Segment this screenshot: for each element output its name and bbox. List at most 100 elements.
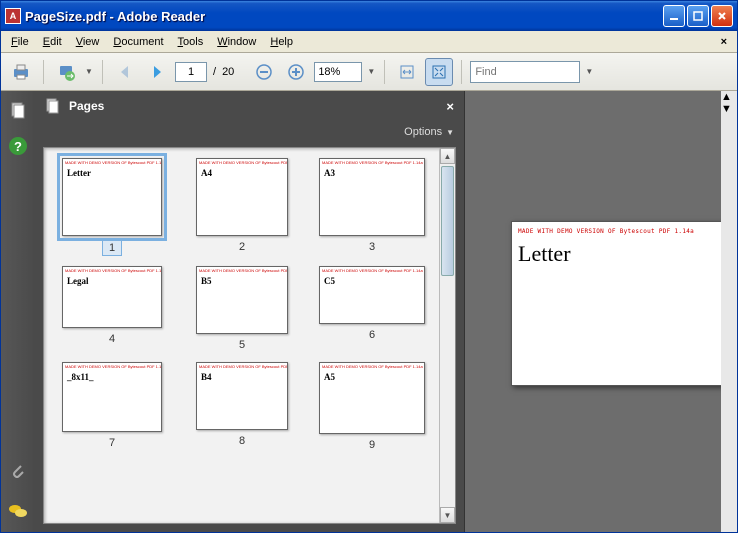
thumbnail-watermark: MADE WITH DEMO VERSION OF Bytescout PDF … bbox=[63, 363, 161, 370]
zoom-input[interactable] bbox=[314, 62, 362, 82]
thumbnail-page-number[interactable]: 8 bbox=[233, 434, 251, 448]
next-page-button[interactable] bbox=[143, 58, 171, 86]
page-thumbnail[interactable]: MADE WITH DEMO VERSION OF Bytescout PDF … bbox=[62, 362, 162, 432]
zoom-dropdown[interactable]: ▼ bbox=[366, 67, 376, 76]
thumbnail-cell[interactable]: MADE WITH DEMO VERSION OF Bytescout PDF … bbox=[186, 266, 298, 352]
thumbnail-page-number[interactable]: 3 bbox=[363, 240, 381, 254]
scroll-track[interactable] bbox=[440, 164, 455, 507]
page-thumbnail[interactable]: MADE WITH DEMO VERSION OF Bytescout PDF … bbox=[62, 158, 162, 236]
thumbnail-cell[interactable]: MADE WITH DEMO VERSION OF Bytescout PDF … bbox=[316, 158, 428, 256]
zoom-out-button[interactable] bbox=[250, 58, 278, 86]
pages-panel: Pages × Options ▼ MADE WITH DEMO VERSION… bbox=[35, 91, 465, 532]
fit-page-button[interactable] bbox=[425, 58, 453, 86]
thumbnail-watermark: MADE WITH DEMO VERSION OF Bytescout PDF … bbox=[63, 267, 161, 274]
thumbnail-page-number[interactable]: 2 bbox=[233, 240, 251, 254]
thumbnail-page-number[interactable]: 9 bbox=[363, 438, 381, 452]
thumbnail-cell[interactable]: MADE WITH DEMO VERSION OF Bytescout PDF … bbox=[316, 266, 428, 352]
page-thumbnail[interactable]: MADE WITH DEMO VERSION OF Bytescout PDF … bbox=[196, 362, 288, 430]
maximize-button[interactable] bbox=[687, 5, 709, 27]
thumbnail-watermark: MADE WITH DEMO VERSION OF Bytescout PDF … bbox=[197, 363, 287, 370]
help-button[interactable]: ? bbox=[7, 135, 29, 157]
thumbnail-label: C5 bbox=[320, 274, 424, 288]
page-thumbnail[interactable]: MADE WITH DEMO VERSION OF Bytescout PDF … bbox=[319, 362, 425, 434]
menu-help[interactable]: Help bbox=[264, 34, 299, 50]
plus-icon bbox=[288, 64, 304, 80]
email-button[interactable] bbox=[52, 58, 80, 86]
fit-width-icon bbox=[398, 63, 416, 81]
thumbnail-cell[interactable]: MADE WITH DEMO VERSION OF Bytescout PDF … bbox=[186, 158, 298, 256]
prev-page-button[interactable] bbox=[111, 58, 139, 86]
content-area: ? Pages × Options ▼ bbox=[1, 91, 737, 532]
email-icon bbox=[56, 62, 76, 82]
thumbnail-page-number[interactable]: 4 bbox=[103, 332, 121, 346]
thumbnail-label: A5 bbox=[320, 370, 424, 384]
scroll-thumb[interactable] bbox=[441, 166, 454, 276]
doc-scroll-up[interactable]: ▲ bbox=[721, 91, 737, 103]
thumbnail-label: A3 bbox=[320, 166, 424, 180]
menu-file[interactable]: File bbox=[5, 34, 35, 50]
thumbnails-scrollbar[interactable]: ▲ ▼ bbox=[439, 148, 455, 523]
find-input[interactable] bbox=[470, 61, 580, 83]
scroll-up-button[interactable]: ▲ bbox=[440, 148, 455, 164]
thumbnail-page-number[interactable]: 1 bbox=[102, 240, 122, 256]
pages-options-button[interactable]: Options bbox=[404, 126, 442, 138]
page-thumbnail[interactable]: MADE WITH DEMO VERSION OF Bytescout PDF … bbox=[62, 266, 162, 328]
pages-panel-title: Pages bbox=[69, 99, 104, 113]
arrow-left-icon bbox=[116, 63, 134, 81]
document-scrollbar[interactable]: ▲ ▼ bbox=[721, 91, 737, 532]
page-total: 20 bbox=[222, 66, 234, 78]
print-icon bbox=[11, 62, 31, 82]
app-name: Adobe Reader bbox=[117, 9, 205, 24]
fit-page-icon bbox=[430, 63, 448, 81]
menu-document[interactable]: Document bbox=[107, 34, 169, 50]
pages-tab-button[interactable] bbox=[7, 99, 29, 121]
thumbnail-watermark: MADE WITH DEMO VERSION OF Bytescout PDF … bbox=[320, 363, 424, 370]
print-button[interactable] bbox=[7, 58, 35, 86]
email-dropdown[interactable]: ▼ bbox=[84, 67, 94, 76]
scroll-down-button[interactable]: ▼ bbox=[440, 507, 455, 523]
doc-scroll-down[interactable]: ▼ bbox=[721, 103, 737, 115]
thumbnail-watermark: MADE WITH DEMO VERSION OF Bytescout PDF … bbox=[63, 159, 161, 166]
thumbnail-label: _8x11_ bbox=[63, 370, 161, 384]
find-dropdown[interactable]: ▼ bbox=[584, 67, 594, 76]
thumbnail-page-number[interactable]: 6 bbox=[363, 328, 381, 342]
page-thumbnail[interactable]: MADE WITH DEMO VERSION OF Bytescout PDF … bbox=[319, 266, 425, 324]
thumbnails-container: MADE WITH DEMO VERSION OF Bytescout PDF … bbox=[43, 147, 456, 524]
document-view[interactable]: MADE WITH DEMO VERSION OF Bytescout PDF … bbox=[465, 91, 737, 532]
page-thumbnail[interactable]: MADE WITH DEMO VERSION OF Bytescout PDF … bbox=[196, 266, 288, 334]
toolbar: ▼ / 20 ▼ ▼ bbox=[1, 53, 737, 91]
page-thumbnail[interactable]: MADE WITH DEMO VERSION OF Bytescout PDF … bbox=[196, 158, 288, 236]
options-dropdown-icon[interactable]: ▼ bbox=[446, 128, 454, 137]
comments-button[interactable] bbox=[7, 500, 29, 522]
pages-panel-header: Pages × bbox=[35, 91, 464, 121]
thumbnail-cell[interactable]: MADE WITH DEMO VERSION OF Bytescout PDF … bbox=[56, 362, 168, 452]
menu-tools[interactable]: Tools bbox=[172, 34, 210, 50]
thumbnail-cell[interactable]: MADE WITH DEMO VERSION OF Bytescout PDF … bbox=[56, 266, 168, 352]
page-number-input[interactable] bbox=[175, 62, 207, 82]
zoom-in-button[interactable] bbox=[282, 58, 310, 86]
thumbnails-grid[interactable]: MADE WITH DEMO VERSION OF Bytescout PDF … bbox=[44, 148, 439, 523]
paperclip-icon bbox=[9, 462, 27, 480]
attachments-button[interactable] bbox=[7, 460, 29, 482]
page-thumbnail[interactable]: MADE WITH DEMO VERSION OF Bytescout PDF … bbox=[319, 158, 425, 236]
thumbnail-page-number[interactable]: 5 bbox=[233, 338, 251, 352]
watermark-text: MADE WITH DEMO VERSION OF Bytescout PDF … bbox=[518, 228, 716, 235]
close-button[interactable] bbox=[711, 5, 733, 27]
comments-icon bbox=[8, 502, 28, 520]
minimize-button[interactable] bbox=[663, 5, 685, 27]
fit-width-button[interactable] bbox=[393, 58, 421, 86]
menu-edit[interactable]: Edit bbox=[37, 34, 68, 50]
pages-panel-close[interactable]: × bbox=[446, 99, 454, 114]
thumbnail-page-number[interactable]: 7 bbox=[103, 436, 121, 450]
thumbnail-watermark: MADE WITH DEMO VERSION OF Bytescout PDF … bbox=[197, 159, 287, 166]
mdi-close-button[interactable]: × bbox=[715, 36, 733, 48]
menubar: File Edit View Document Tools Window Hel… bbox=[1, 31, 737, 53]
thumbnail-cell[interactable]: MADE WITH DEMO VERSION OF Bytescout PDF … bbox=[316, 362, 428, 452]
thumbnail-cell[interactable]: MADE WITH DEMO VERSION OF Bytescout PDF … bbox=[56, 158, 168, 256]
pages-icon bbox=[9, 101, 27, 119]
thumbnail-label: Letter bbox=[63, 166, 161, 180]
thumbnail-cell[interactable]: MADE WITH DEMO VERSION OF Bytescout PDF … bbox=[186, 362, 298, 452]
menu-window[interactable]: Window bbox=[211, 34, 262, 50]
page-heading: Letter bbox=[518, 241, 716, 267]
menu-view[interactable]: View bbox=[70, 34, 106, 50]
